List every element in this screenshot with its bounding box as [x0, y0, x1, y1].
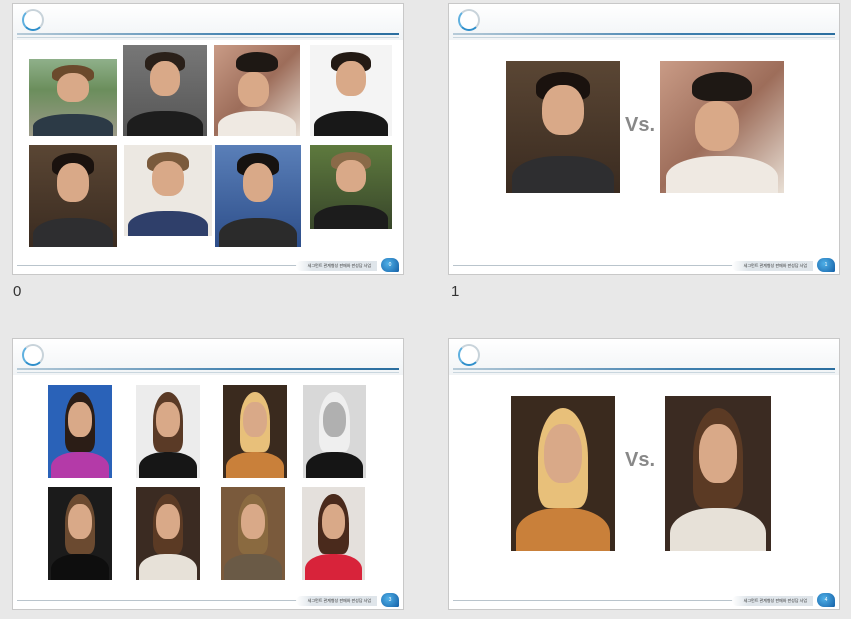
page-number-badge: 1	[817, 258, 835, 272]
slide-thumbnail-2[interactable]: 세그먼트 관계형성 판매와 판성담 사업 3	[12, 338, 404, 610]
slide-header	[13, 4, 403, 40]
portrait-photo	[665, 396, 771, 551]
portrait-photo	[123, 45, 207, 136]
page-number-badge: 4	[817, 593, 835, 607]
footer-text: 세그먼트 관계형성 판매와 판성담 사업	[731, 261, 813, 271]
slide-header	[449, 4, 839, 40]
portrait-photo	[29, 145, 117, 247]
portrait-photo	[302, 487, 365, 580]
circle-logo-icon	[458, 344, 480, 366]
portrait-photo	[660, 61, 784, 193]
slide-thumbnail-1[interactable]: Vs. 세그먼트 관계형성 판매와 판성담 사업 1	[448, 3, 840, 275]
circle-logo-icon	[22, 344, 44, 366]
versus-text: Vs.	[625, 114, 656, 136]
slide-thumbnail-3[interactable]: Vs. 세그먼트 관계형성 판매와 판성담 사업 4	[448, 338, 840, 610]
header-line	[17, 368, 399, 370]
slide-footer: 세그먼트 관계형성 판매와 판성담 사업 3	[13, 593, 403, 609]
slide-header	[449, 339, 839, 375]
slide-number-label: 1	[451, 283, 460, 300]
portrait-photo	[124, 145, 212, 236]
portrait-photo	[215, 145, 301, 247]
header-line	[17, 37, 399, 38]
header-line	[453, 368, 835, 370]
slide-header	[13, 339, 403, 375]
portrait-photo	[48, 487, 112, 580]
header-line	[453, 37, 835, 38]
page-number-badge: 0	[381, 258, 399, 272]
portrait-photo	[136, 487, 200, 580]
slide-footer: 세그먼트 관계형성 판매와 판성담 사업 1	[449, 258, 839, 274]
slide-number-label: 0	[13, 283, 22, 300]
circle-logo-icon	[458, 9, 480, 31]
portrait-photo	[511, 396, 615, 551]
versus-text: Vs.	[625, 449, 656, 471]
slide-footer: 세그먼트 관계형성 판매와 판성담 사업 4	[449, 593, 839, 609]
portrait-photo	[303, 385, 366, 478]
portrait-photo	[310, 45, 392, 136]
portrait-photo	[506, 61, 620, 193]
portrait-photo	[310, 145, 392, 229]
footer-text: 세그먼트 관계형성 판매와 판성담 사업	[731, 596, 813, 606]
header-line	[17, 372, 399, 373]
portrait-photo	[29, 59, 117, 136]
footer-text: 세그먼트 관계형성 판매와 판성담 사업	[295, 596, 377, 606]
circle-logo-icon	[22, 9, 44, 31]
portrait-photo	[136, 385, 200, 478]
portrait-photo	[223, 385, 287, 478]
slide-footer: 세그먼트 관계형성 판매와 판성담 사업 0	[13, 258, 403, 274]
slide-thumbnail-0[interactable]: 세그먼트 관계형성 판매와 판성담 사업 0	[12, 3, 404, 275]
footer-text: 세그먼트 관계형성 판매와 판성담 사업	[295, 261, 377, 271]
header-line	[17, 33, 399, 35]
header-line	[453, 372, 835, 373]
page-number-badge: 3	[381, 593, 399, 607]
portrait-photo	[214, 45, 300, 136]
header-line	[453, 33, 835, 35]
portrait-photo	[48, 385, 112, 478]
portrait-photo	[221, 487, 285, 580]
